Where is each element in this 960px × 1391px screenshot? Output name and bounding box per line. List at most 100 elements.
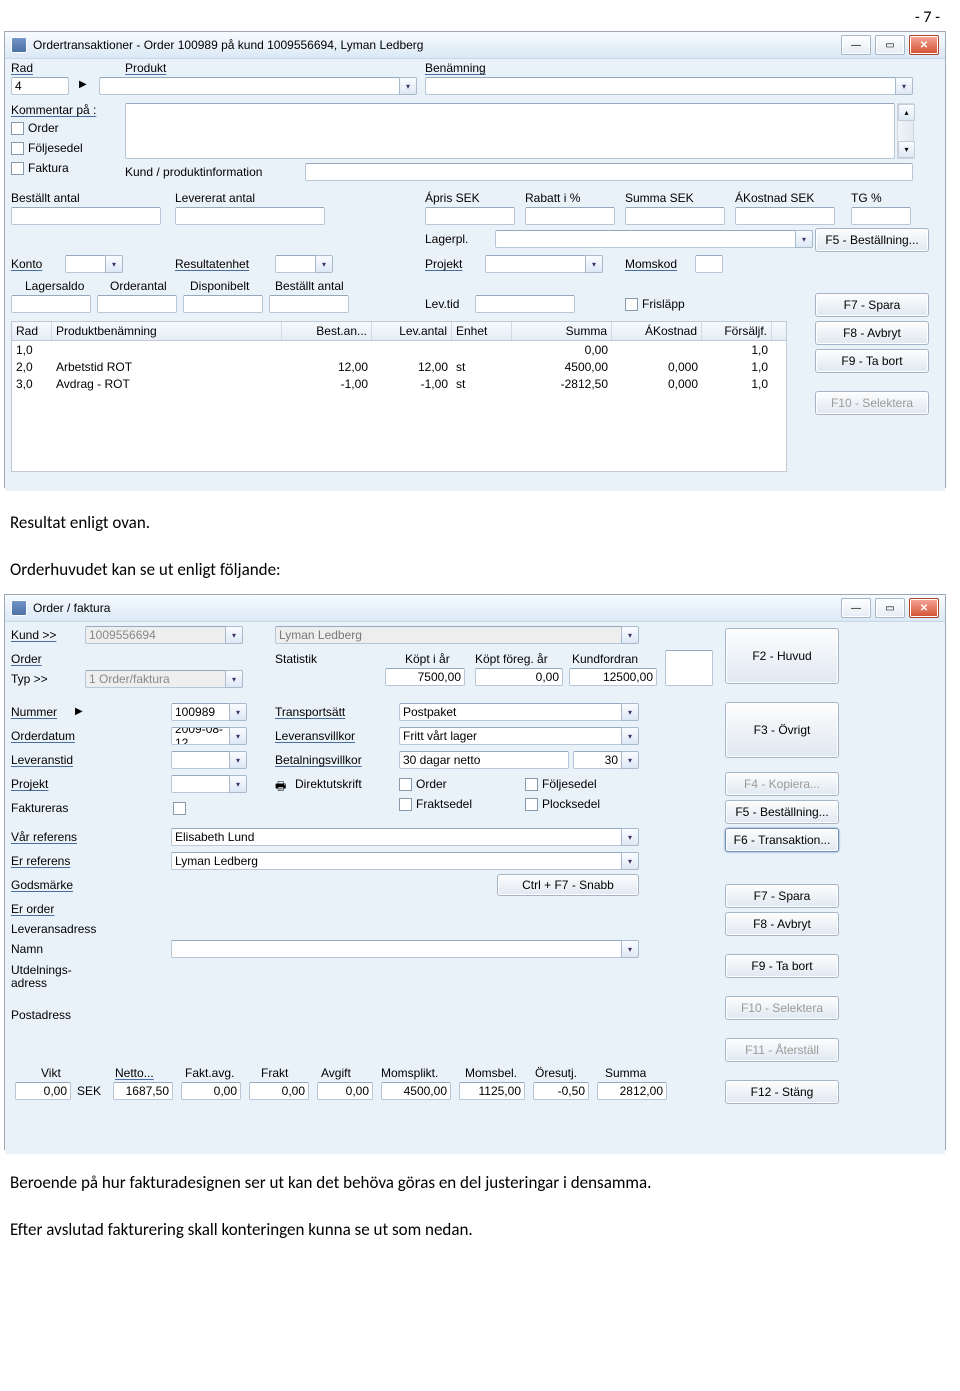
input-best[interactable] xyxy=(665,650,713,686)
f9-button[interactable]: F9 - Ta bort xyxy=(725,954,839,978)
input-lagersaldo[interactable] xyxy=(11,295,91,313)
input-rad[interactable]: 4 xyxy=(11,77,69,95)
input-levererat[interactable] xyxy=(175,207,325,225)
dropdown-leveranstid[interactable]: ▾ xyxy=(229,751,247,769)
label-leveransvillkor: Leveransvillkor xyxy=(275,729,355,743)
dropdown-konto[interactable]: ▾ xyxy=(105,255,123,273)
input-betalvillkor[interactable]: 30 dagar netto xyxy=(399,751,569,769)
input-netto[interactable]: 1687,50 xyxy=(113,1082,173,1100)
dropdown-produkt[interactable]: ▾ xyxy=(399,77,417,95)
input-momsplikt[interactable]: 4500,00 xyxy=(381,1082,451,1100)
input-typ: 1 Order/faktura xyxy=(85,670,225,688)
input-kopt-ar: 7500,00 xyxy=(385,668,465,686)
f6-button[interactable]: F6 - Transaktion... xyxy=(725,828,839,852)
input-er-ref[interactable]: Lyman Ledberg xyxy=(171,852,621,870)
input-var-ref[interactable]: Elisabeth Lund xyxy=(171,828,621,846)
input-transport[interactable]: Postpaket xyxy=(399,703,621,721)
input-projekt[interactable] xyxy=(485,255,585,273)
input-kundinfo[interactable] xyxy=(305,163,913,181)
chk-plocksedel[interactable]: Plocksedel xyxy=(525,797,600,811)
input-leveranstid[interactable] xyxy=(171,751,229,769)
dropdown-kund[interactable]: ▾ xyxy=(225,626,243,644)
input-disponibelt[interactable] xyxy=(183,295,263,313)
chk-foljesedel2[interactable]: Följesedel xyxy=(525,777,597,791)
dropdown-nummer[interactable]: ▾ xyxy=(229,703,247,721)
input-resultatenhet[interactable] xyxy=(275,255,315,273)
f4-button: F4 - Kopiera... xyxy=(725,772,839,796)
f7-button[interactable]: F7 - Spara xyxy=(815,293,929,317)
dropdown-benamning[interactable]: ▾ xyxy=(895,77,913,95)
input-lagerpl[interactable] xyxy=(495,230,795,248)
input-vikt[interactable]: 0,00 xyxy=(15,1082,71,1100)
dropdown-orderdatum[interactable]: ▾ xyxy=(229,727,247,745)
input-bestallt2[interactable] xyxy=(269,295,349,313)
snabb-button[interactable]: Ctrl + F7 - Snabb xyxy=(497,874,639,896)
input-benamning[interactable] xyxy=(425,77,895,95)
maximize-button[interactable]: ▭ xyxy=(875,598,905,618)
input-nummer[interactable]: 100989 xyxy=(171,703,229,721)
table-body[interactable]: 1,0 0,00 1,0 2,0 Arbetstid ROT 12,00 12,… xyxy=(11,341,787,472)
f12-button[interactable]: F12 - Stäng xyxy=(725,1080,839,1104)
dropdown-var-ref[interactable]: ▾ xyxy=(621,828,639,846)
f9-button[interactable]: F9 - Ta bort xyxy=(815,349,929,373)
dropdown-projekt2[interactable]: ▾ xyxy=(229,775,247,793)
input-oresutj[interactable]: -0,50 xyxy=(533,1082,589,1100)
minimize-button[interactable]: — xyxy=(841,598,871,618)
dropdown-betal-days[interactable]: ▾ xyxy=(621,751,639,769)
input-tg[interactable] xyxy=(851,207,911,225)
input-leveransvillkor[interactable]: Fritt vårt lager xyxy=(399,727,621,745)
chk-faktureras[interactable] xyxy=(173,801,190,815)
dropdown-projekt[interactable]: ▾ xyxy=(585,255,603,273)
dropdown-typ[interactable]: ▾ xyxy=(225,670,243,688)
chk-foljesedel-row[interactable]: Följesedel xyxy=(11,141,83,155)
label-faktavg: Fakt.avg. xyxy=(185,1066,234,1080)
f2-button[interactable]: F2 - Huvud xyxy=(725,628,839,684)
input-projekt2[interactable] xyxy=(171,775,229,793)
dropdown-resultatenhet[interactable]: ▾ xyxy=(315,255,333,273)
input-faktavg[interactable]: 0,00 xyxy=(181,1082,241,1100)
input-namn[interactable] xyxy=(171,940,621,958)
input-summa[interactable] xyxy=(625,207,725,225)
input-avgift[interactable]: 0,00 xyxy=(317,1082,373,1100)
chk-order2[interactable]: Order xyxy=(399,777,447,791)
input-levtid[interactable] xyxy=(475,295,575,313)
chk-fraktsedel[interactable]: Fraktsedel xyxy=(399,797,472,811)
dropdown-lagerpl[interactable]: ▾ xyxy=(795,230,813,248)
f5-button[interactable]: F5 - Beställning... xyxy=(725,800,839,824)
input-momsbel[interactable]: 1125,00 xyxy=(459,1082,525,1100)
chk-faktura-row[interactable]: Faktura xyxy=(11,161,69,175)
f3-button[interactable]: F3 - Övrigt xyxy=(725,702,839,758)
input-orderdatum[interactable]: 2009-08-12 xyxy=(171,727,229,745)
label-disponibelt: Disponibelt xyxy=(190,279,249,293)
chk-frislapp[interactable]: Frisläpp xyxy=(625,297,685,311)
input-orderantal[interactable] xyxy=(97,295,177,313)
input-frakt[interactable]: 0,00 xyxy=(249,1082,309,1100)
f8-button[interactable]: F8 - Avbryt xyxy=(815,321,929,345)
dropdown-er-ref[interactable]: ▾ xyxy=(621,852,639,870)
chk-order-row[interactable]: Order xyxy=(11,121,59,135)
f7-button[interactable]: F7 - Spara xyxy=(725,884,839,908)
dropdown-transport[interactable]: ▾ xyxy=(621,703,639,721)
close-button[interactable]: ✕ xyxy=(909,598,939,618)
dropdown-kund-name[interactable]: ▾ xyxy=(621,626,639,644)
input-produkt[interactable] xyxy=(99,77,399,95)
input-konto[interactable] xyxy=(65,255,105,273)
minimize-button[interactable]: — xyxy=(841,35,871,55)
textarea-kommentar[interactable] xyxy=(125,103,895,159)
scrollbar-kommentar[interactable]: ▴▾ xyxy=(897,103,914,159)
label-summa: Summa SEK xyxy=(625,191,694,205)
dropdown-namn[interactable]: ▾ xyxy=(621,940,639,958)
input-summa2[interactable]: 2812,00 xyxy=(597,1082,667,1100)
input-momskod[interactable] xyxy=(695,255,723,273)
input-rabatt[interactable] xyxy=(525,207,615,225)
f8-button[interactable]: F8 - Avbryt xyxy=(725,912,839,936)
input-bestallt[interactable] xyxy=(11,207,161,225)
maximize-button[interactable]: ▭ xyxy=(875,35,905,55)
label-sek: SEK xyxy=(77,1084,101,1098)
input-akostnad[interactable] xyxy=(735,207,835,225)
f5-button[interactable]: F5 - Beställning... xyxy=(815,228,929,252)
input-apris[interactable] xyxy=(425,207,515,225)
close-button[interactable]: ✕ xyxy=(909,35,939,55)
dropdown-leveransvillkor[interactable]: ▾ xyxy=(621,727,639,745)
input-betal-days[interactable]: 30 xyxy=(573,751,621,769)
